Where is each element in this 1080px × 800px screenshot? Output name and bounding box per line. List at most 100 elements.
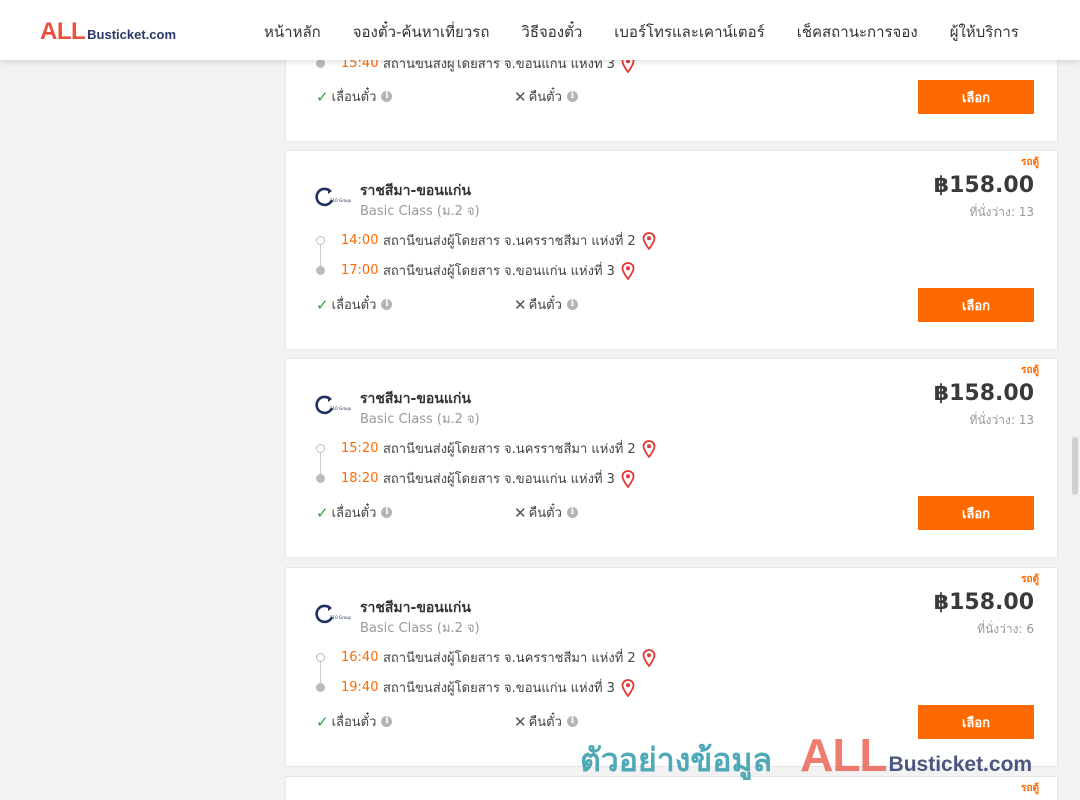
depart-station: สถานีขนส่งผู้โดยสาร จ.นครราชสีมา แห่งที่… [383,234,636,249]
depart-stop: 14:00 สถานีขนส่งผู้โดยสาร จ.นครราชสีมา แ… [316,230,656,251]
site-logo[interactable]: ALL Busticket.com [40,18,176,46]
van-tag: รถตู้ [1021,365,1039,376]
trip-card-partial-bottom: รถตู้ [285,776,1058,800]
map-pin-icon[interactable] [642,648,656,667]
van-tag: รถตู้ [1021,574,1039,585]
info-icon[interactable]: i [566,716,578,727]
nav-phone-counters[interactable]: เบอร์โทรและเคาน์เตอร์ [598,20,780,44]
arrive-station: สถานีขนส่งผู้โดยสาร จ.ขอนแก่น แห่งที่ 3 [383,264,615,279]
seats-count: 13 [1018,413,1034,427]
refund-policy: ✕ คืนตั๋ว i [514,711,578,732]
seats-available: ที่นั่งว่าง: 13 [970,411,1034,430]
scrollbar-thumb[interactable] [1072,437,1078,495]
logo-all-text: ALL [40,18,86,45]
reschedule-label: เลื่อนตั๋ว [331,298,377,313]
arrive-station: สถานีขนส่งผู้โดยสาร จ.ขอนแก่น แห่งที่ 3 [383,472,615,487]
select-button[interactable]: เลือก [918,496,1034,530]
info-icon[interactable]: i [566,91,578,102]
info-icon[interactable]: i [381,507,393,518]
site-header: ALL Busticket.com หน้าหลัก จองตั๋ว-ค้นหา… [0,0,1080,60]
reschedule-policy: ✓ เลื่อนตั๋ว i [316,86,393,107]
depart-time: 16:40 [341,650,379,665]
x-icon: ✕ [514,712,527,731]
arrive-time: 18:20 [341,471,379,486]
arrive-dot [316,266,325,275]
van-tag: รถตู้ [1021,783,1039,794]
refund-policy: ✕ คืนตั๋ว i [514,86,578,107]
seats-label: ที่นั่งว่าง: [969,205,1015,219]
arrive-station: สถานีขนส่งผู้โดยสาร จ.ขอนแก่น แห่งที่ 3 [383,681,615,696]
page-scrollbar[interactable] [1070,0,1080,800]
select-button[interactable]: เลือก [918,80,1034,114]
map-pin-icon[interactable] [621,678,635,697]
map-pin-icon[interactable] [642,231,656,250]
svg-text:210 Group: 210 Group [330,406,352,411]
arrive-dot [316,59,325,68]
refund-policy: ✕ คืนตั๋ว i [514,294,578,315]
map-pin-icon[interactable] [621,469,635,488]
trip-card: รถตู้ 210 Group ราชสีมา-ขอนแก่น Basic Cl… [285,150,1058,350]
depart-stop: 16:40 สถานีขนส่งผู้โดยสาร จ.นครราชสีมา แ… [316,647,656,668]
info-icon[interactable]: i [566,299,578,310]
info-icon[interactable]: i [381,91,393,102]
seats-count: 6 [1026,622,1034,636]
depart-time: 15:20 [341,441,379,456]
info-icon[interactable]: i [566,507,578,518]
seats-count: 13 [1018,205,1034,219]
reschedule-label: เลื่อนตั๋ว [331,90,377,105]
nav-operators[interactable]: ผู้ให้บริการ [934,20,1035,44]
map-pin-icon[interactable] [642,439,656,458]
refund-label: คืนตั๋ว [528,90,562,105]
nav-home[interactable]: หน้าหลัก [248,20,337,44]
nav-check-booking[interactable]: เช็คสถานะการจอง [781,20,934,44]
x-icon: ✕ [514,503,527,522]
svg-text:210 Group: 210 Group [330,615,352,620]
info-icon[interactable]: i [381,716,393,727]
depart-dot [316,236,325,245]
arrive-time: 19:40 [341,680,379,695]
arrive-time: 17:00 [341,263,379,278]
reschedule-label: เลื่อนตั๋ว [331,506,377,521]
seats-available: ที่นั่งว่าง: 13 [970,203,1034,222]
check-icon: ✓ [316,712,329,731]
price: ฿158.00 [933,381,1034,406]
select-button[interactable]: เลือก [918,288,1034,322]
arrive-stop: 17:00 สถานีขนส่งผู้โดยสาร จ.ขอนแก่น แห่ง… [316,260,635,281]
operator-logo-icon: 210 Group [315,604,352,624]
x-icon: ✕ [514,295,527,314]
arrive-stop: 19:40 สถานีขนส่งผู้โดยสาร จ.ขอนแก่น แห่ง… [316,677,635,698]
reschedule-label: เลื่อนตั๋ว [331,715,377,730]
depart-station: สถานีขนส่งผู้โดยสาร จ.นครราชสีมา แห่งที่… [383,651,636,666]
trip-card: รถตู้ 210 Group ราชสีมา-ขอนแก่น Basic Cl… [285,358,1058,558]
trip-card: รถตู้ 210 Group ราชสีมา-ขอนแก่น Basic Cl… [285,567,1058,767]
check-icon: ✓ [316,503,329,522]
map-pin-icon[interactable] [621,261,635,280]
reschedule-policy: ✓ เลื่อนตั๋ว i [316,711,393,732]
nav-book-search[interactable]: จองตั๋ว-ค้นหาเที่ยวรถ [337,20,506,44]
check-icon: ✓ [316,295,329,314]
nav-how-to-book[interactable]: วิธีจองตั๋ว [505,20,598,44]
price: ฿158.00 [933,590,1034,615]
x-icon: ✕ [514,87,527,106]
arrive-stop: 18:20 สถานีขนส่งผู้โดยสาร จ.ขอนแก่น แห่ง… [316,468,635,489]
seats-label: ที่นั่งว่าง: [969,413,1015,427]
van-tag: รถตู้ [1021,157,1039,168]
main-nav: หน้าหลัก จองตั๋ว-ค้นหาเที่ยวรถ วิธีจองตั… [248,20,1035,44]
depart-station: สถานีขนส่งผู้โดยสาร จ.นครราชสีมา แห่งที่… [383,442,636,457]
refund-label: คืนตั๋ว [528,298,562,313]
info-icon[interactable]: i [381,299,393,310]
route-class: Basic Class (ม.2 จ) [360,621,480,636]
seats-label: ที่นั่งว่าง: [977,622,1023,636]
refund-label: คืนตั๋ว [528,715,562,730]
operator-logo-icon: 210 Group [315,395,352,415]
seats-available: ที่นั่งว่าง: 6 [977,620,1034,639]
select-button[interactable]: เลือก [918,705,1034,739]
route-title: ราชสีมา-ขอนแก่น [360,600,471,616]
depart-time: 14:00 [341,233,379,248]
depart-dot [316,653,325,662]
route-class: Basic Class (ม.2 จ) [360,412,480,427]
refund-policy: ✕ คืนตั๋ว i [514,502,578,523]
arrive-dot [316,683,325,692]
route-title: ราชสีมา-ขอนแก่น [360,183,471,199]
route-title: ราชสีมา-ขอนแก่น [360,391,471,407]
